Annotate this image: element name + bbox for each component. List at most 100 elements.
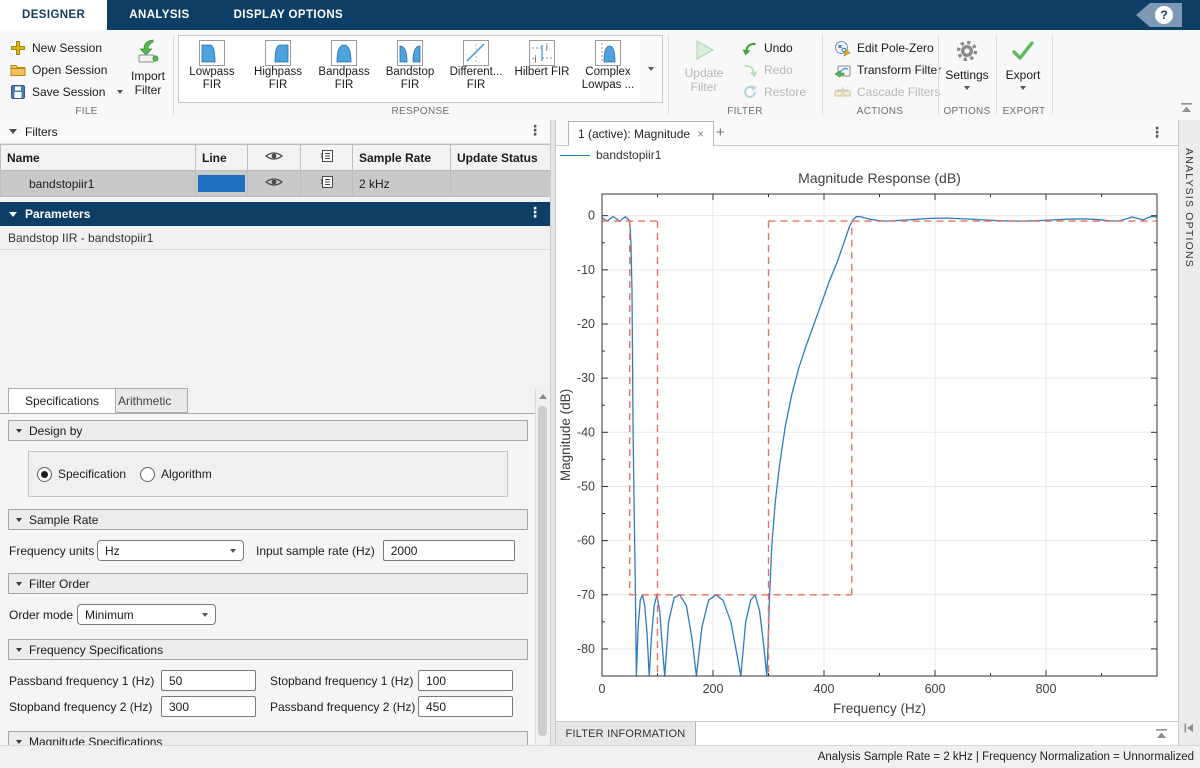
complex-lowpass-button[interactable]: Complex Lowpas ... xyxy=(575,36,641,102)
open-session-button[interactable]: Open Session xyxy=(8,60,109,80)
analysis-options-label[interactable]: ANALYSIS OPTIONS xyxy=(1183,148,1195,268)
export-group-label: EXPORT xyxy=(996,106,1052,118)
col-sample-rate[interactable]: Sample Rate xyxy=(353,145,451,171)
eye-icon xyxy=(265,150,283,162)
save-icon xyxy=(10,84,26,100)
design-by-section-header[interactable]: Design by xyxy=(8,420,528,441)
input-sample-rate-field[interactable]: 2000 xyxy=(383,540,515,561)
update-filter-label2: Filter xyxy=(691,80,718,94)
col-visibility[interactable] xyxy=(248,145,301,171)
magnitude-response-chart[interactable]: 02004006008000-10-20-30-40-50-60-70-80Ma… xyxy=(556,164,1178,722)
radio-specification[interactable] xyxy=(37,467,52,482)
tab-analysis[interactable]: ANALYSIS xyxy=(107,0,211,30)
highpass-fir-button[interactable]: Highpass FIR xyxy=(245,36,311,102)
export-button[interactable]: Export xyxy=(1000,38,1046,90)
collapse-ribbon-button[interactable] xyxy=(1180,102,1193,117)
settings-button[interactable]: Settings xyxy=(942,38,992,90)
redo-button[interactable]: Redo xyxy=(740,60,795,80)
gallery-expand-button[interactable] xyxy=(640,35,663,103)
new-figure-tab-button[interactable]: + xyxy=(716,124,725,141)
y-tick-label: -40 xyxy=(577,425,595,439)
frequency-units-value: Hz xyxy=(105,544,120,558)
resp-label: Different... xyxy=(450,66,503,79)
collapse-triangle-icon xyxy=(16,582,22,586)
close-icon[interactable]: × xyxy=(697,127,704,141)
analysis-options-strip[interactable]: ANALYSIS OPTIONS xyxy=(1178,120,1200,745)
differentiator-fir-button[interactable]: Different... FIR xyxy=(443,36,509,102)
kebab-menu-icon[interactable]: ⋮ xyxy=(528,122,542,139)
collapse-triangle-icon xyxy=(16,740,22,744)
new-session-label: New Session xyxy=(32,41,102,55)
transform-filter-icon xyxy=(834,62,851,79)
order-mode-select[interactable]: Minimum xyxy=(77,604,216,625)
frequency-specs-title: Frequency Specifications xyxy=(29,643,163,657)
resp-label: Lowpas ... xyxy=(582,79,634,92)
y-tick-label: -50 xyxy=(577,479,595,493)
y-tick-label: -60 xyxy=(577,534,595,548)
annotation-cell[interactable] xyxy=(301,171,353,197)
status-text: Analysis Sample Rate = 2 kHz | Frequency… xyxy=(818,751,1194,763)
transform-filter-button[interactable]: Transform Filter xyxy=(832,60,943,80)
kebab-menu-icon[interactable]: ⋮ xyxy=(1150,124,1164,141)
response-curve xyxy=(602,217,1157,677)
resp-label: Lowpass xyxy=(189,66,234,79)
col-update-status[interactable]: Update Status xyxy=(451,145,551,171)
collapse-triangle-icon xyxy=(9,129,17,134)
hilbert-fir-button[interactable]: j-j Hilbert FIR xyxy=(509,36,575,102)
scroll-up-icon[interactable] xyxy=(539,394,547,399)
visibility-cell[interactable] xyxy=(248,171,301,197)
parameters-panel-header[interactable]: Parameters ⋮ xyxy=(0,202,550,226)
import-filter-icon xyxy=(135,38,161,64)
y-tick-label: -80 xyxy=(577,642,595,656)
filter-order-section-header[interactable]: Filter Order xyxy=(8,573,528,594)
restore-button[interactable]: Restore xyxy=(740,82,808,102)
tab-specifications[interactable]: Specifications xyxy=(8,388,116,413)
filter-row-bandstopiir1[interactable]: bandstopiir1 2 kHz xyxy=(1,171,551,197)
x-axis-label: Frequency (Hz) xyxy=(833,701,926,716)
open-session-label: Open Session xyxy=(32,63,107,77)
figure-tab-magnitude[interactable]: 1 (active): Magnitude × xyxy=(568,121,714,146)
save-session-button[interactable]: Save Session xyxy=(8,82,125,102)
filter-order-title: Filter Order xyxy=(29,577,90,591)
new-session-button[interactable]: New Session xyxy=(8,38,104,58)
edit-pole-zero-button[interactable]: Edit Pole-Zero xyxy=(832,38,936,58)
tab-display-options[interactable]: DISPLAY OPTIONS xyxy=(212,0,366,30)
tab-designer[interactable]: DESIGNER xyxy=(0,0,107,30)
frequency-units-select[interactable]: Hz xyxy=(97,540,244,561)
radio-algorithm[interactable] xyxy=(140,467,155,482)
filter-name-cell[interactable]: bandstopiir1 xyxy=(1,171,196,197)
scrollbar-thumb[interactable] xyxy=(538,406,547,736)
undo-button[interactable]: Undo xyxy=(740,38,795,58)
options-group-label: OPTIONS xyxy=(938,106,996,118)
update-filter-button[interactable]: Update Filter xyxy=(678,38,730,94)
col-name[interactable]: Name xyxy=(1,145,196,171)
expand-filter-information-button[interactable] xyxy=(1155,728,1168,743)
folder-icon xyxy=(10,62,26,78)
import-filter-button[interactable]: Import Filter xyxy=(124,38,172,97)
cascade-filters-button[interactable]: Cascade Filters xyxy=(832,82,942,102)
differentiator-response-icon xyxy=(463,40,489,66)
line-color-cell[interactable] xyxy=(196,171,248,197)
frequency-specs-section-header[interactable]: Frequency Specifications xyxy=(8,639,528,660)
legend-label[interactable]: bandstopiir1 xyxy=(596,148,661,162)
stopband-freq1-field[interactable]: 100 xyxy=(418,670,513,691)
resp-label: Bandpass xyxy=(318,66,369,79)
col-annotation[interactable] xyxy=(301,145,353,171)
kebab-menu-icon[interactable]: ⋮ xyxy=(528,204,542,221)
passband-freq1-field[interactable]: 50 xyxy=(161,670,256,691)
stopband-freq2-field[interactable]: 300 xyxy=(161,696,256,717)
filter-information-button[interactable]: FILTER INFORMATION xyxy=(556,722,696,745)
lowpass-fir-button[interactable]: Lowpass FIR xyxy=(179,36,245,102)
line-color-swatch[interactable] xyxy=(198,175,245,192)
expand-panel-icon[interactable] xyxy=(1183,722,1196,737)
edit-pole-zero-label: Edit Pole-Zero xyxy=(857,41,934,55)
bandstop-fir-button[interactable]: Bandstop FIR xyxy=(377,36,443,102)
parameters-scrollbar[interactable] xyxy=(535,388,550,768)
filters-panel-header[interactable]: Filters ⋮ xyxy=(0,120,550,144)
col-line[interactable]: Line xyxy=(196,145,248,171)
sample-rate-section-header[interactable]: Sample Rate xyxy=(8,509,528,530)
bandpass-fir-button[interactable]: Bandpass FIR xyxy=(311,36,377,102)
passband-freq2-field[interactable]: 450 xyxy=(418,696,513,717)
x-tick-label: 400 xyxy=(814,682,835,696)
help-button[interactable]: ? xyxy=(1136,3,1182,27)
